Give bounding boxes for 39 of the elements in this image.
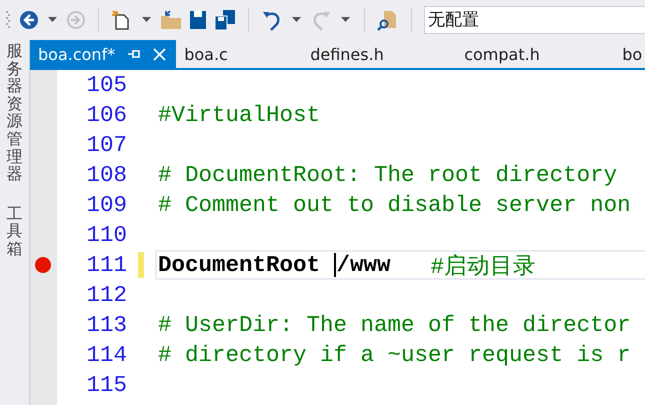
find-in-files-icon[interactable] bbox=[377, 9, 399, 31]
file-tab[interactable]: defines.h bbox=[302, 40, 456, 68]
file-tab[interactable]: bo bbox=[614, 40, 645, 68]
line-number: 111 bbox=[85, 252, 127, 278]
line-number: 112 bbox=[85, 282, 127, 308]
code-comment: # UserDir: The name of the director bbox=[158, 312, 631, 338]
close-icon[interactable] bbox=[153, 48, 166, 60]
code-text: /www bbox=[336, 252, 391, 278]
code-comment: # DocumentRoot: The root directory bbox=[158, 162, 618, 188]
configuration-dropdown[interactable]: 无配置 bbox=[424, 6, 645, 34]
pin-icon[interactable] bbox=[127, 48, 142, 60]
caret-icon[interactable] bbox=[341, 17, 350, 23]
line-number: 106 bbox=[85, 102, 127, 128]
line-number: 109 bbox=[85, 192, 127, 218]
save-icon[interactable] bbox=[189, 10, 207, 30]
caret-icon[interactable] bbox=[48, 17, 57, 23]
line-number: 108 bbox=[85, 162, 127, 188]
code-text: DocumentRoot bbox=[158, 252, 320, 278]
breakpoint-dot[interactable] bbox=[34, 257, 50, 273]
grip-icon bbox=[6, 11, 10, 29]
line-number: 110 bbox=[85, 222, 127, 248]
line-number: 105 bbox=[85, 72, 127, 98]
line-number: 113 bbox=[85, 312, 127, 338]
file-tab[interactable]: boa.conf* bbox=[30, 40, 176, 68]
code-comment: # Comment out to disable server non bbox=[158, 192, 631, 218]
open-folder-icon[interactable] bbox=[160, 10, 182, 30]
code-comment: #VirtualHost bbox=[158, 102, 320, 128]
line-number: 115 bbox=[85, 372, 127, 398]
caret-icon[interactable] bbox=[142, 17, 151, 23]
side-panel-tab[interactable]: 服务器资源管理器 bbox=[6, 42, 22, 183]
line-number: 107 bbox=[85, 132, 127, 158]
save-all-icon[interactable] bbox=[214, 9, 236, 31]
code-comment: # directory if a ~user request is r bbox=[158, 342, 631, 368]
line-number: 114 bbox=[85, 342, 127, 368]
side-panel-tab[interactable]: 工具箱 bbox=[6, 204, 22, 258]
file-tab[interactable]: compat.h bbox=[456, 40, 614, 68]
code-comment: #启动目录 bbox=[430, 252, 536, 278]
caret-icon[interactable] bbox=[292, 17, 301, 23]
file-tab[interactable]: boa.c bbox=[176, 40, 302, 68]
